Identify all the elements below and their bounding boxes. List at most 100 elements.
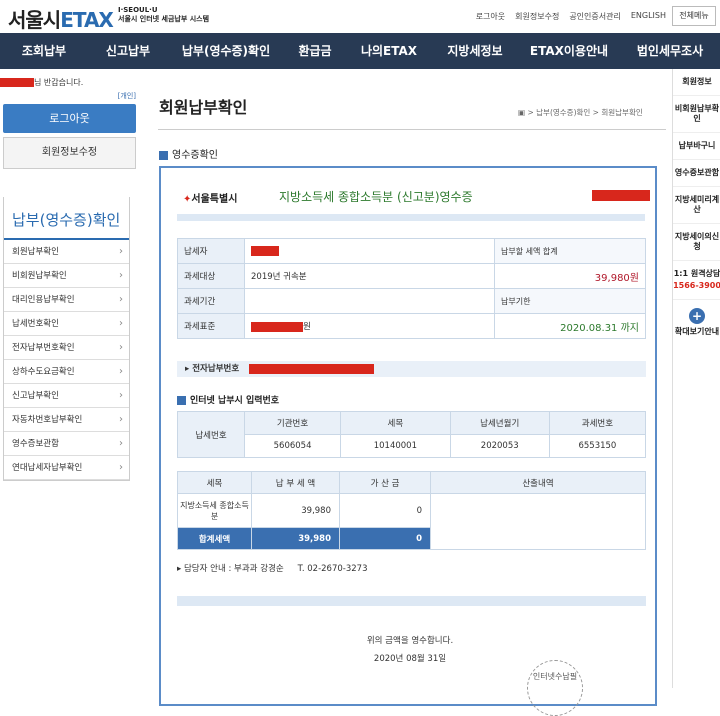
side-item-label: 신고납부확인 [12, 391, 59, 401]
plus-icon: + [689, 308, 705, 324]
consult-phone: 1566-3900 [673, 279, 720, 300]
side-item-electronic-number[interactable]: 전자납부번호확인 › [4, 336, 129, 360]
seoul-logo-text: 서울특별시 [191, 194, 238, 205]
payment-table: 세목 납 부 세 액 가 산 금 산출내역 지방소득세 종합소득분 39,980… [177, 471, 646, 550]
english-link[interactable]: ENGLISH [631, 11, 666, 22]
certificate-link[interactable]: 공인인증서관리 [569, 11, 621, 22]
due-value: 2020.08.31 까지 [494, 313, 646, 339]
redacted-electronic-number [249, 363, 375, 374]
period-label: 과세기간 [177, 288, 245, 314]
side-menu: 납부(영수증)확인 회원납부확인 › 비회원납부확인 › 대리인용납부확인 › 납세번… [3, 197, 130, 481]
total-row-amount: 39,980 [251, 527, 340, 550]
internet-input-heading: 인터넷 납부시 입력번호 [177, 393, 279, 406]
logout-link[interactable]: 로그아웃 [476, 11, 505, 22]
right-quick-menu: 회원정보 비회원납부확인 납부바구니 영수증보관함 지방세미리계산 지방세이의신… [672, 69, 720, 688]
quick-receipt-box[interactable]: 영수증보관함 [673, 160, 720, 187]
quick-member-info[interactable]: 회원정보 [673, 69, 720, 96]
col-tax-period: 납세년월기 [449, 411, 550, 435]
quick-objection[interactable]: 지방세이의신청 [673, 224, 720, 261]
chevron-right-icon: › [119, 246, 123, 257]
chevron-right-icon: › [119, 390, 123, 401]
section-heading-text: 영수증확인 [172, 150, 218, 161]
logo-english: ETAX [60, 8, 114, 32]
etax-logo[interactable]: 서울시ETAX [8, 4, 114, 33]
quick-remote-consult[interactable]: 1:1 원격상담 [673, 261, 720, 279]
welcome-text: 님 반갑습니다. [34, 78, 84, 87]
nav-etax-guide[interactable]: ETAX이용안내 [518, 33, 620, 69]
tax-period-value: 2020053 [449, 434, 550, 458]
divider-stripe [177, 214, 645, 221]
side-item-agent-payment[interactable]: 대리인용납부확인 › [4, 288, 129, 312]
tax-info-table: 납세자 납부할 세액 합계 과세대상 2019년 귀속분 39,980원 과세기… [177, 238, 646, 339]
receipt-stamp: 인터넷수납필 [527, 660, 583, 716]
pay-item-amount: 39,980 [251, 493, 340, 528]
col-tax-id: 과세번호 [548, 411, 647, 435]
standard-unit: 원 [303, 322, 311, 332]
logo-korean: 서울시 [8, 8, 61, 32]
side-item-joint-taxpayer[interactable]: 연대납세자납부확인 › [4, 456, 129, 480]
side-item-vehicle-payment[interactable]: 자동차번호납부확인 › [4, 408, 129, 432]
zoom-guide-label: 확대보기안내 [674, 327, 720, 336]
side-item-water-fee[interactable]: 상하수도요금확인 › [4, 360, 129, 384]
breadcrumb: ▣ > 납부(영수증)확인 > 회원납부확인 [518, 108, 643, 117]
quick-payment-basket[interactable]: 납부바구니 [673, 133, 720, 160]
target-label: 과세대상 [177, 263, 245, 289]
received-date: 2020년 08월 31일 [373, 654, 447, 664]
side-item-label: 회원납부확인 [12, 247, 59, 257]
contact-info: ▸ 담당자 안내 : 부과과 강경순 T. 02-2670-3273 [177, 562, 367, 574]
logo-sub-desc: 서울시 인터넷 세금납부 시스템 [118, 15, 210, 23]
chevron-right-icon: › [119, 462, 123, 473]
member-type-label: [개인] [117, 92, 136, 100]
bullet-square-icon [177, 396, 186, 405]
nav-inquiry-payment[interactable]: 조회납부 [0, 33, 88, 69]
all-menu-button[interactable]: 전체메뉴 [672, 6, 716, 26]
tax-number-label: 납세번호 [177, 411, 245, 458]
side-item-label: 비회원납부확인 [12, 271, 67, 281]
chevron-right-icon: › [119, 318, 123, 329]
total-row-additional: 0 [339, 527, 431, 550]
electronic-number-label: 전자납부번호 [192, 364, 240, 374]
quick-nonmember-check[interactable]: 비회원납부확인 [673, 96, 720, 133]
side-item-nonmember-payment[interactable]: 비회원납부확인 › [4, 264, 129, 288]
quick-tax-calculator[interactable]: 지방세미리계산 [673, 187, 720, 224]
nav-corporate-audit[interactable]: 법인세무조사 [620, 33, 720, 69]
col-tax-item: 세목 [340, 411, 451, 435]
nav-report-payment[interactable]: 신고납부 [88, 33, 168, 69]
nav-receipt-check[interactable]: 납부(영수증)확인 [168, 33, 284, 69]
total-row-label: 합계세액 [177, 527, 252, 550]
col-calculation: 산출내역 [430, 471, 646, 494]
page-title: 회원납부확인 [159, 98, 248, 117]
side-item-member-payment[interactable]: 회원납부확인 › [4, 240, 129, 264]
taxpayer-value [244, 238, 495, 264]
seoul-logo: ✦서울특별시 [183, 190, 237, 205]
edit-member-link[interactable]: 회원정보수정 [515, 11, 559, 22]
redacted-receipt-id [592, 190, 650, 201]
logout-button[interactable]: 로그아웃 [3, 104, 136, 133]
side-item-label: 상하수도요금확인 [12, 367, 75, 377]
welcome-message: 님 반갑습니다. [0, 77, 83, 88]
taxpayer-label: 납세자 [177, 238, 245, 264]
nav-refund[interactable]: 환급금 [284, 33, 346, 69]
edit-info-button[interactable]: 회원정보수정 [3, 137, 136, 169]
internet-input-heading-text: 인터넷 납부시 입력번호 [190, 396, 280, 406]
redacted-standard [251, 321, 303, 332]
redacted-taxpayer [251, 245, 279, 256]
nav-tax-info[interactable]: 지방세정보 [432, 33, 518, 69]
nav-my-etax[interactable]: 나의ETAX [346, 33, 432, 69]
pay-item-additional: 0 [339, 493, 431, 528]
side-item-label: 영수증보관함 [12, 439, 59, 449]
receipt-title: 지방소득세 종합소득분 (신고분)영수증 [279, 190, 473, 204]
received-text: 위의 금액을 영수합니다. [366, 636, 454, 646]
global-nav: 조회납부 신고납부 납부(영수증)확인 환급금 나의ETAX 지방세정보 ETA… [0, 33, 720, 69]
col-tax-category: 세목 [177, 471, 252, 494]
side-item-report-payment[interactable]: 신고납부확인 › [4, 384, 129, 408]
side-item-receipt-box[interactable]: 영수증보관함 › [4, 432, 129, 456]
side-item-tax-number[interactable]: 납세번호확인 › [4, 312, 129, 336]
total-tax-value: 39,980원 [494, 263, 646, 289]
total-tax-label: 납부할 세액 합계 [494, 238, 646, 264]
due-label: 납부기한 [494, 288, 646, 314]
quick-zoom-guide[interactable]: + 확대보기안내 [673, 300, 720, 345]
receipt-panel: ✦서울특별시 지방소득세 종합소득분 (신고분)영수증 납세자 납부할 세액 합… [159, 166, 657, 716]
tax-number-table: 납세번호 기관번호 세목 납세년월기 과세번호 5606054 10140001… [177, 411, 647, 458]
triangle-bullet-icon: ▸ [177, 564, 184, 574]
